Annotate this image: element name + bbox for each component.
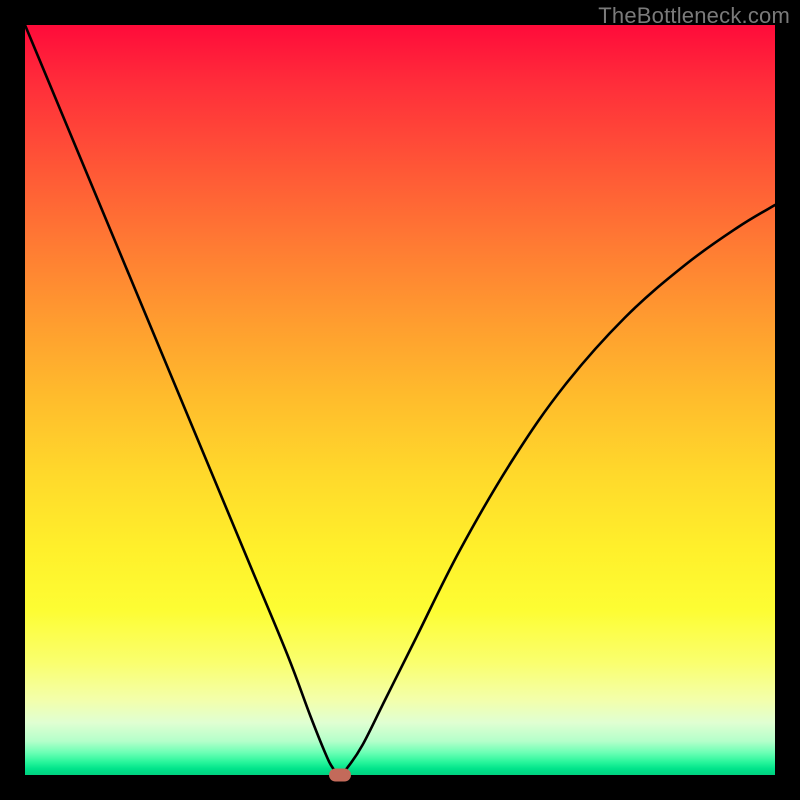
watermark-text: TheBottleneck.com — [598, 3, 790, 29]
chart-frame: TheBottleneck.com — [0, 0, 800, 800]
optimal-marker — [329, 769, 351, 782]
bottleneck-curve — [25, 25, 775, 775]
plot-area — [25, 25, 775, 775]
